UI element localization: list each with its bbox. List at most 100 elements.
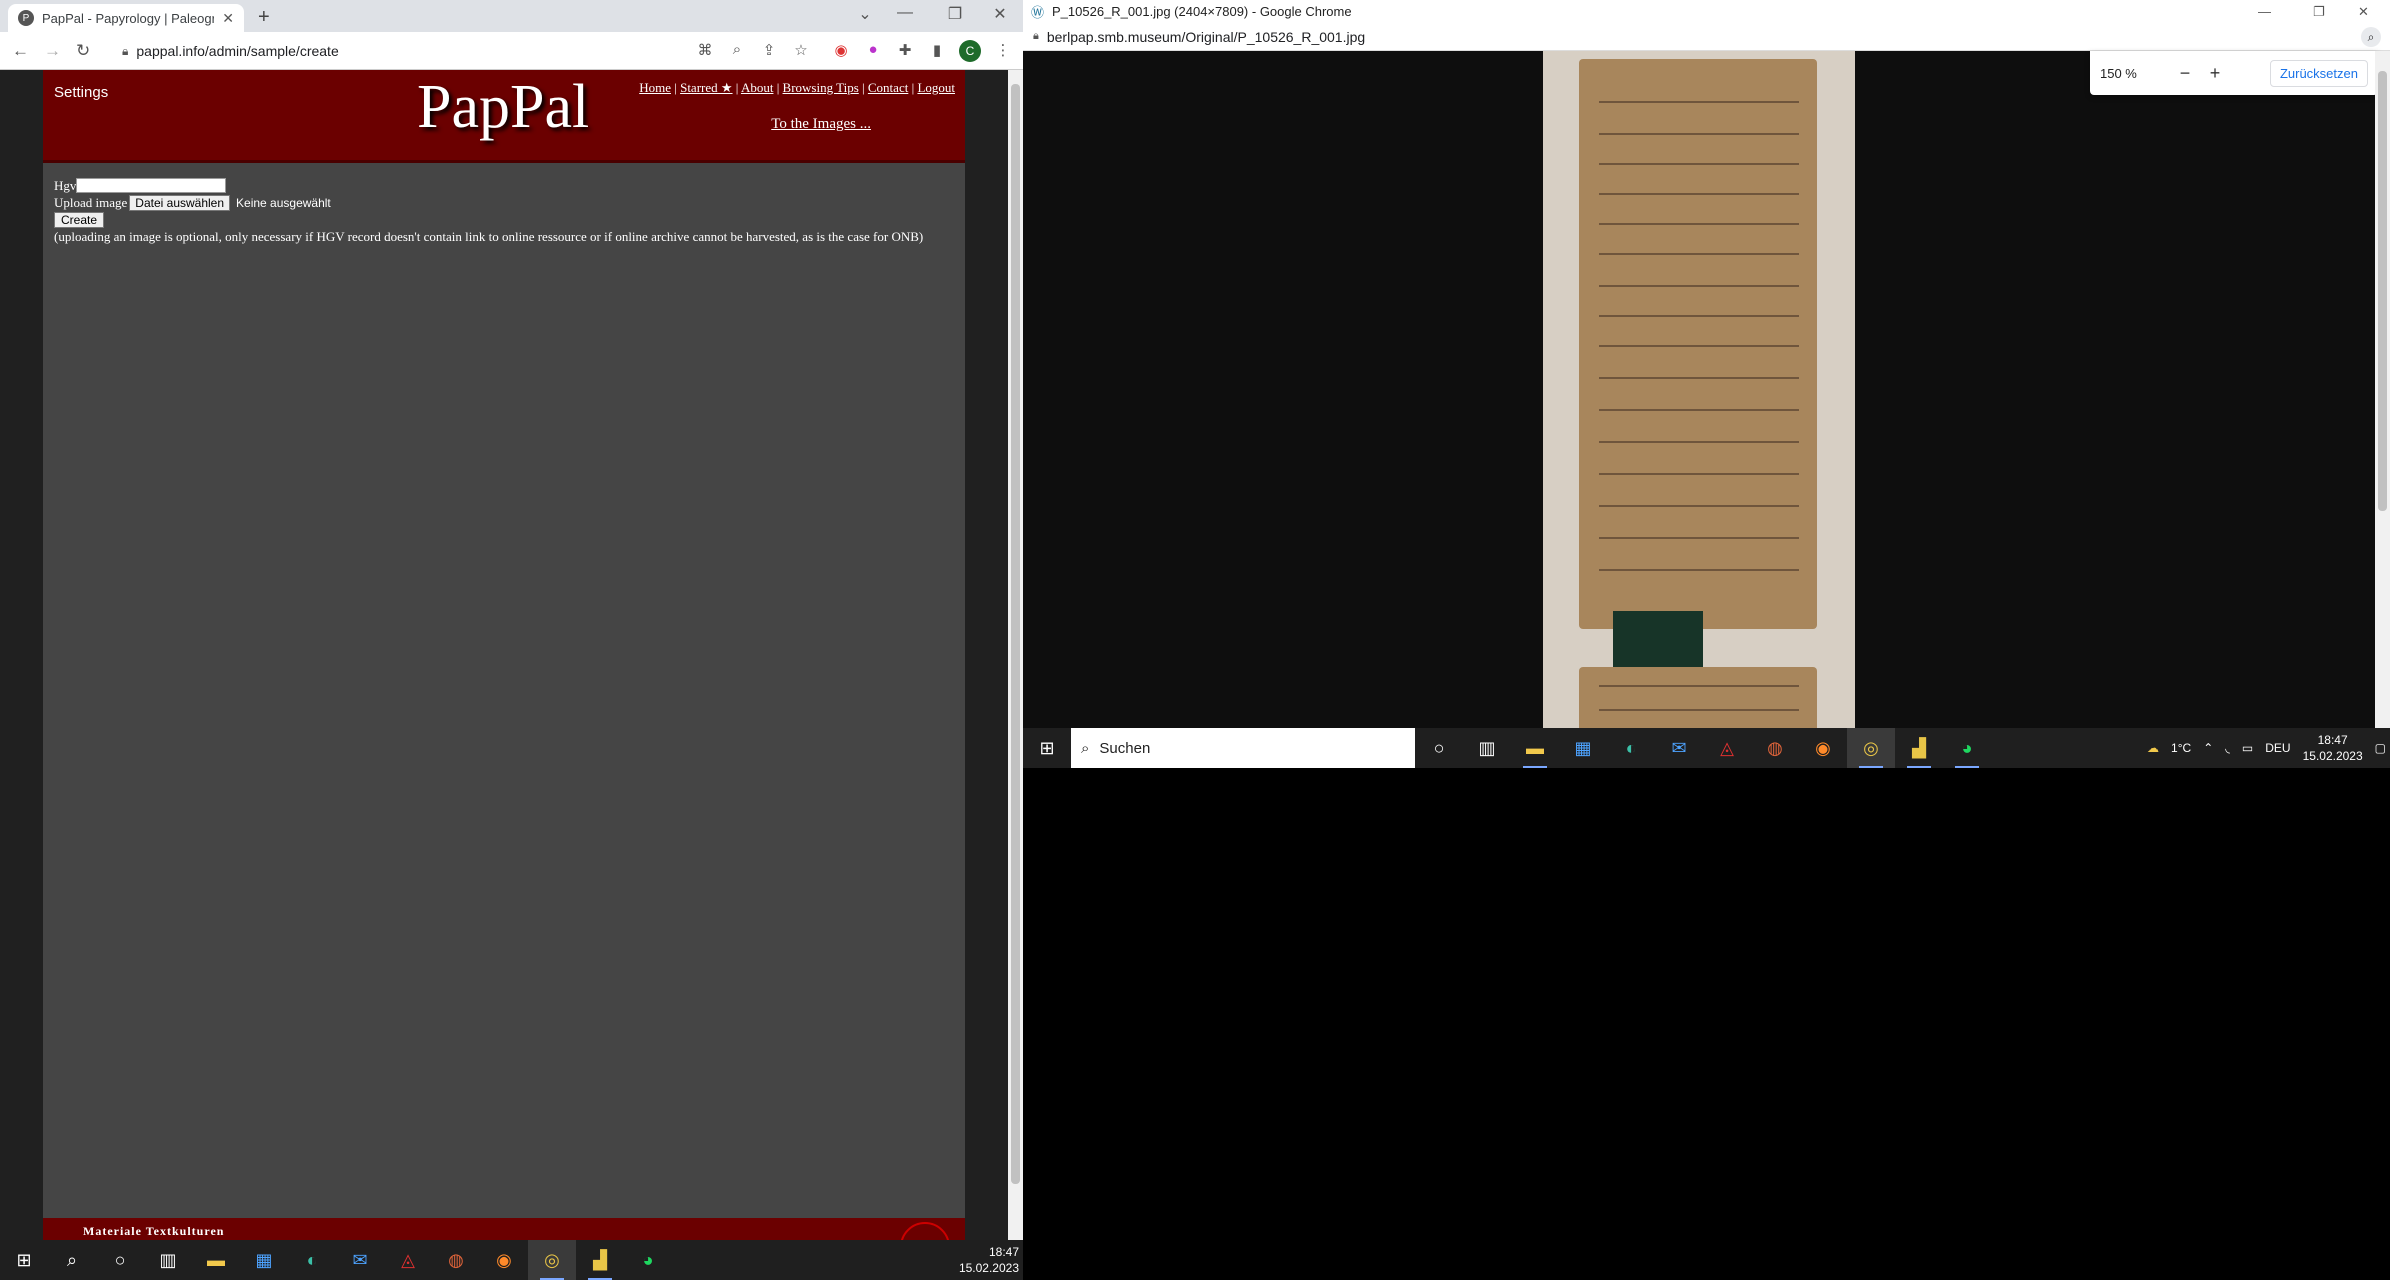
scrollbar-thumb[interactable] xyxy=(1011,84,1020,1184)
acrobat-icon[interactable]: ◬ xyxy=(384,1240,432,1280)
edge-icon[interactable]: ◐ xyxy=(1607,728,1655,768)
right-browser-window: Ⓦ P_10526_R_001.jpg (2404×7809) - Google… xyxy=(1023,0,2390,768)
choose-file-button[interactable]: Datei auswählen xyxy=(129,194,231,211)
right-clock[interactable]: 18:47 15.02.2023 xyxy=(2303,732,2363,764)
close-tab-icon[interactable]: ✕ xyxy=(222,10,234,27)
reload-icon[interactable]: ↻ xyxy=(76,41,90,61)
profile-avatar[interactable]: C xyxy=(959,40,981,62)
share-icon[interactable]: ⇪ xyxy=(758,41,780,59)
papyrus-fragment-lower xyxy=(1579,667,1817,728)
create-button[interactable]: Create xyxy=(54,211,105,228)
papyrus-image[interactable] xyxy=(1543,51,1855,728)
new-tab-icon[interactable]: + xyxy=(258,6,270,29)
firefox-icon[interactable]: ◉ xyxy=(480,1240,528,1280)
close-window-icon[interactable]: ✕ xyxy=(980,4,1020,24)
page-scrollbar[interactable] xyxy=(1008,70,1023,1240)
taskbar-search-box[interactable]: ⌕ Suchen xyxy=(1071,728,1415,768)
no-file-chosen-text: Keine ausgewählt xyxy=(236,195,331,210)
file-explorer-icon[interactable]: ▬ xyxy=(192,1240,240,1280)
extension-red-icon[interactable]: ◉ xyxy=(830,41,852,59)
weather-icon[interactable]: ☁ xyxy=(2147,741,2159,755)
right-zoom-indicator-icon[interactable]: ⌕ xyxy=(2361,27,2381,47)
hgv-input[interactable] xyxy=(76,178,227,193)
network-icon[interactable]: ◟ xyxy=(2225,741,2230,755)
powerpoint-icon[interactable]: ◍ xyxy=(1751,728,1799,768)
file-explorer-icon[interactable]: ▬ xyxy=(1511,728,1559,768)
notes-icon[interactable]: ▟ xyxy=(576,1240,624,1280)
store-icon[interactable]: ▦ xyxy=(240,1240,288,1280)
back-icon[interactable]: ← xyxy=(12,41,29,61)
nav-starred[interactable]: Starred ★ xyxy=(680,80,732,95)
settings-link[interactable]: Settings xyxy=(54,84,108,101)
windows-start-icon[interactable]: ⊞ xyxy=(1023,728,1071,768)
temperature[interactable]: 1°C xyxy=(2171,741,2191,755)
right-scrollbar[interactable] xyxy=(2375,51,2390,728)
bookmark-star-icon[interactable]: ☆ xyxy=(790,41,812,59)
right-clock-date: 15.02.2023 xyxy=(2302,749,2363,763)
translate-icon[interactable]: ⌘ xyxy=(694,41,716,59)
tab-search-icon[interactable]: ⌄ xyxy=(845,4,885,24)
windows-start-icon[interactable]: ⊞ xyxy=(0,1240,48,1280)
cortana-icon[interactable]: ○ xyxy=(96,1240,144,1280)
notes-icon[interactable]: ▟ xyxy=(1895,728,1943,768)
mail-icon[interactable]: ✉ xyxy=(1655,728,1703,768)
acrobat-icon[interactable]: ◬ xyxy=(1703,728,1751,768)
extensions-puzzle-icon[interactable]: ✚ xyxy=(894,41,916,59)
handwriting-line xyxy=(1599,253,1799,255)
image-viewer: 150 % − + Zurücksetzen xyxy=(1023,51,2390,728)
nav-about[interactable]: About xyxy=(741,80,774,95)
search-icon[interactable]: ⌕ xyxy=(48,1240,96,1280)
right-minimize-icon[interactable]: — xyxy=(2258,4,2271,19)
extension-purple-icon[interactable]: ● xyxy=(862,41,884,58)
battery-icon[interactable]: ▭ xyxy=(2242,741,2253,755)
spotify-icon[interactable]: ◕ xyxy=(624,1240,672,1280)
zoom-icon[interactable]: ⌕ xyxy=(726,41,748,58)
zoom-percent: 150 % xyxy=(2100,65,2137,81)
footer-text: Materiale Textkulturen xyxy=(83,1224,225,1238)
firefox-icon[interactable]: ◉ xyxy=(1799,728,1847,768)
nav-home[interactable]: Home xyxy=(639,80,671,95)
cortana-icon[interactable]: ○ xyxy=(1415,728,1463,768)
edge-icon[interactable]: ◐ xyxy=(288,1240,336,1280)
handwriting-line xyxy=(1599,285,1799,287)
task-view-icon[interactable]: ▥ xyxy=(144,1240,192,1280)
minimize-icon[interactable]: — xyxy=(885,4,925,22)
nav-contact[interactable]: Contact xyxy=(868,80,908,95)
restore-icon[interactable]: ❐ xyxy=(935,4,975,24)
system-tray: ☁ 1°C ⌃ ◟ ▭ DEU 18:47 15.02.2023 ▢ xyxy=(2147,728,2386,768)
spotify-icon[interactable]: ◕ xyxy=(1943,728,1991,768)
forward-icon[interactable]: → xyxy=(44,41,61,61)
right-scrollbar-thumb[interactable] xyxy=(2378,71,2387,511)
handwriting-line xyxy=(1599,345,1799,347)
right-clock-time: 18:47 xyxy=(2317,733,2348,747)
task-view-icon[interactable]: ▥ xyxy=(1463,728,1511,768)
powerpoint-icon[interactable]: ◍ xyxy=(432,1240,480,1280)
tab-pappal[interactable]: P PapPal - Papyrology | Paleograph ✕ xyxy=(8,4,244,32)
zoom-in-button[interactable]: + xyxy=(2200,63,2230,84)
nav-browsing-tips[interactable]: Browsing Tips xyxy=(783,80,859,95)
notifications-icon[interactable]: ▢ xyxy=(2375,741,2386,755)
zoom-reset-button[interactable]: Zurücksetzen xyxy=(2269,59,2368,87)
mail-icon[interactable]: ✉ xyxy=(336,1240,384,1280)
chrome-icon[interactable]: ◎ xyxy=(528,1240,576,1280)
url-text: pappal.info/admin/sample/create xyxy=(136,43,339,59)
to-images-link[interactable]: To the Images ... xyxy=(771,116,871,133)
footer-banner: Materiale Textkulturen xyxy=(43,1218,965,1272)
right-close-icon[interactable]: ✕ xyxy=(2358,4,2369,20)
menu-icon[interactable]: ⋮ xyxy=(992,41,1014,59)
pappal-logo: PapPal xyxy=(417,73,590,141)
handwriting-line xyxy=(1599,409,1799,411)
address-bar[interactable]: 🔒︎ pappal.info/admin/sample/create xyxy=(110,36,700,66)
papyrus-mount-gap xyxy=(1613,611,1703,671)
pappal-favicon-icon: P xyxy=(18,10,34,26)
nav-logout[interactable]: Logout xyxy=(917,80,955,95)
chrome-icon[interactable]: ◎ xyxy=(1847,728,1895,768)
tray-overflow-icon[interactable]: ⌃ xyxy=(2203,741,2213,755)
zoom-out-button[interactable]: − xyxy=(2170,63,2200,84)
side-panel-icon[interactable]: ▮ xyxy=(926,41,948,59)
left-clock[interactable]: 18:47 15.02.2023 xyxy=(959,1244,1019,1276)
language-indicator[interactable]: DEU xyxy=(2265,741,2290,755)
store-icon[interactable]: ▦ xyxy=(1559,728,1607,768)
right-restore-icon[interactable]: ❐ xyxy=(2313,4,2325,20)
right-address-bar[interactable]: 🔒︎ berlpap.smb.museum/Original/P_10526_R… xyxy=(1023,23,2390,51)
